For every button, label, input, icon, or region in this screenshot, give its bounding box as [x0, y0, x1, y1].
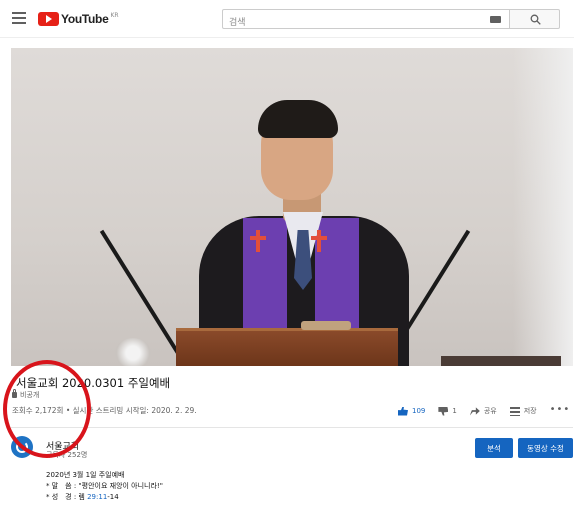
edit-video-button[interactable]: 동영상 수정: [518, 438, 573, 458]
pulpit: [176, 328, 398, 366]
like-count: 109: [412, 407, 426, 415]
description-line: * 성 경 : 렘 29:11-14: [46, 493, 119, 501]
divider: [11, 427, 573, 428]
bible: [301, 321, 351, 330]
thumbs-down-icon: [438, 406, 449, 416]
dislike-button[interactable]: 1: [438, 406, 457, 416]
playlist-add-icon: [509, 406, 520, 416]
save-label: 저장: [523, 407, 537, 415]
logo-region: KR: [110, 12, 119, 19]
cross-icon: [250, 230, 266, 252]
share-icon: [469, 407, 480, 416]
thumbs-up-icon: [398, 406, 408, 416]
masthead: YouTube KR: [0, 0, 574, 38]
dislike-count: 1: [452, 407, 457, 415]
description-line: * 말 씀 : "평안이요 재앙이 아니니라!": [46, 482, 163, 490]
menu-icon[interactable]: [12, 12, 26, 24]
keyboard-icon[interactable]: [490, 16, 501, 23]
logo-text: YouTube: [61, 12, 109, 26]
search-box: [222, 9, 510, 32]
save-button[interactable]: 저장: [509, 406, 537, 416]
video-actions: 109 1 공유 저장 •••: [398, 404, 570, 418]
more-actions-icon[interactable]: •••: [550, 404, 571, 415]
flowers: [115, 338, 151, 366]
youtube-logo[interactable]: YouTube KR: [38, 11, 119, 27]
share-label: 공유: [483, 407, 497, 415]
video-description: 2020년 3월 1일 주일예배 * 말 씀 : "평안이요 재앙이 아니니라!…: [46, 470, 163, 503]
like-button[interactable]: 109: [398, 406, 426, 416]
play-icon: [38, 12, 59, 26]
search-input[interactable]: [223, 14, 473, 32]
description-line: 2020년 3월 1일 주일예배: [46, 471, 125, 479]
search-button[interactable]: [510, 9, 560, 29]
share-button[interactable]: 공유: [469, 406, 497, 416]
search-icon: [530, 14, 541, 25]
annotation-circle: [3, 360, 91, 458]
cross-icon: [311, 230, 327, 252]
analytics-button[interactable]: 분석: [475, 438, 513, 458]
scripture-link[interactable]: 29:11: [87, 493, 107, 501]
video-player[interactable]: [11, 48, 573, 366]
